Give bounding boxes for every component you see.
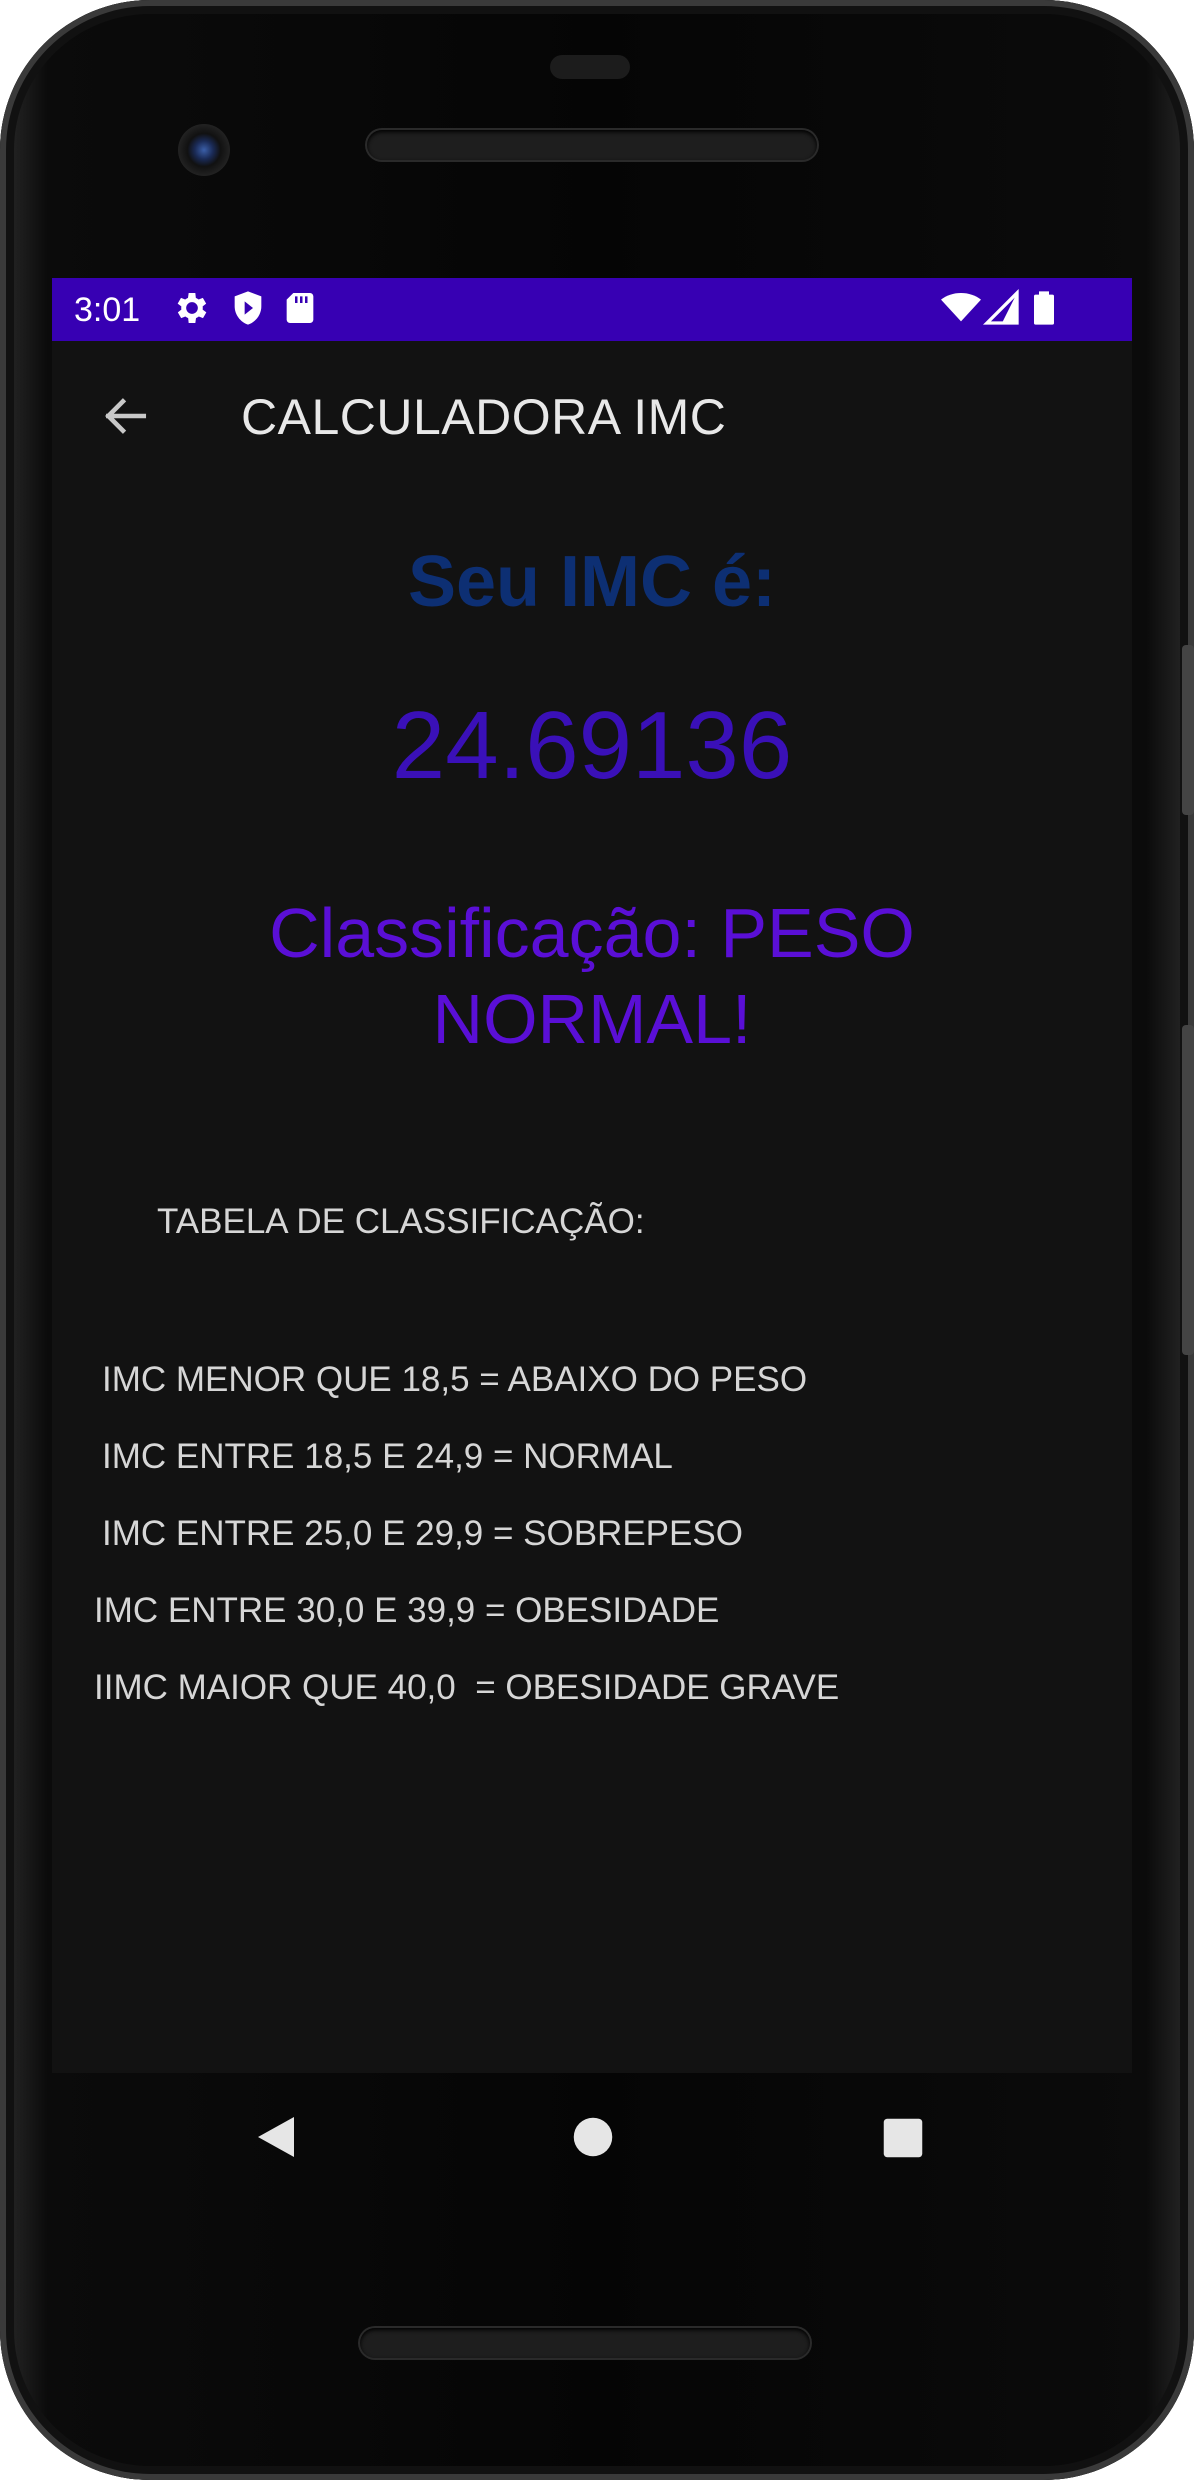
sd-card-icon [286, 293, 314, 323]
app-screen: 3:01 CALCULADORA IMC Seu IMC é: 24.69136… [52, 278, 1132, 2073]
table-row: IMC ENTRE 18,5 E 24,9 = NORMAL [102, 1437, 673, 1476]
recents-square-icon[interactable] [882, 2117, 924, 2159]
shield-play-icon [234, 291, 262, 325]
app-bar: CALCULADORA IMC [52, 341, 1132, 488]
home-circle-icon[interactable] [572, 2116, 614, 2158]
power-button [1182, 645, 1194, 815]
earpiece-speaker [367, 130, 817, 160]
back-arrow-icon[interactable] [100, 391, 150, 441]
table-row: IMC MENOR QUE 18,5 = ABAIXO DO PESO [102, 1360, 808, 1399]
signal-icon [982, 288, 1019, 325]
table-row: IMC ENTRE 25,0 E 29,9 = SOBREPESO [102, 1514, 743, 1553]
app-title: CALCULADORA IMC [241, 389, 727, 445]
imc-heading: Seu IMC é: [407, 542, 777, 622]
phone-frame: 3:01 CALCULADORA IMC Seu IMC é: 24.69136… [0, 0, 1194, 2480]
wifi-icon [941, 293, 981, 322]
back-triangle-icon[interactable] [254, 2113, 298, 2161]
bottom-speaker [360, 2328, 810, 2358]
status-bar: 3:01 [52, 278, 1132, 341]
table-row: IMC ENTRE 30,0 E 39,9 = OBESIDADE [94, 1591, 720, 1630]
classification-text: Classificação: PESO NORMAL! [269, 894, 915, 1058]
volume-button [1182, 1025, 1194, 1355]
imc-value: 24.69136 [391, 692, 793, 799]
front-camera [178, 124, 230, 176]
table-row: IIMC MAIOR QUE 40,0 = OBESIDADE GRAVE [94, 1668, 840, 1707]
top-sensor [550, 55, 630, 79]
nav-bar [0, 2073, 1194, 2203]
status-time: 3:01 [74, 291, 141, 329]
gear-icon [177, 293, 207, 323]
table-title: TABELA DE CLASSIFICAÇÃO: [157, 1202, 645, 1241]
battery-icon [1034, 291, 1054, 325]
